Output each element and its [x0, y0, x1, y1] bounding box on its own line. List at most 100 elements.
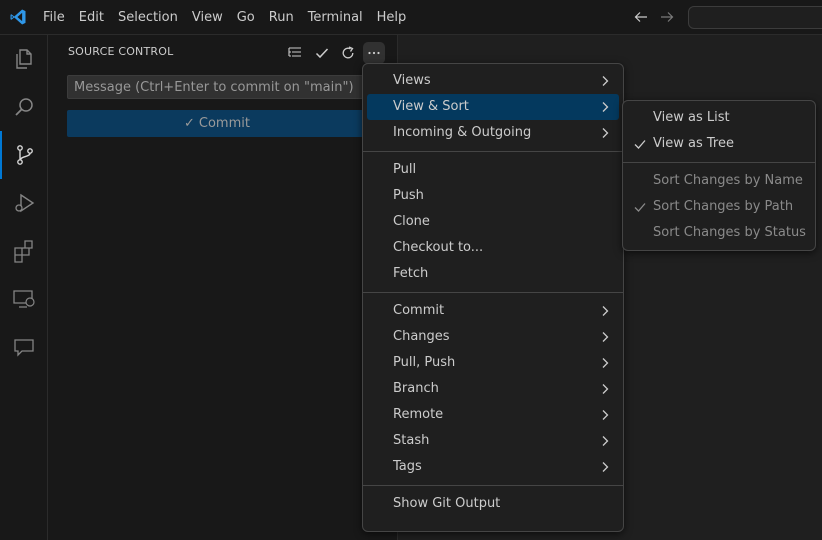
extensions-activity[interactable] — [0, 227, 48, 275]
chevron-right-icon — [602, 306, 609, 316]
search-icon — [15, 98, 33, 116]
remote-explorer-activity[interactable] — [0, 275, 48, 323]
menu-item-label: Sort Changes by Name — [653, 173, 803, 188]
menu-item-label: Branch — [393, 381, 439, 396]
source-control-activity[interactable] — [0, 131, 48, 179]
chat-icon — [14, 339, 34, 357]
chevron-right-icon — [602, 436, 609, 446]
chevron-right-icon — [602, 462, 609, 472]
menu-separator — [363, 151, 623, 152]
menu-go[interactable]: Go — [230, 0, 262, 35]
menu-item-label: Incoming & Outgoing — [393, 125, 532, 140]
menu-item-view-as-tree[interactable]: View as Tree — [627, 131, 811, 157]
menu-item-stash[interactable]: Stash — [367, 428, 619, 454]
menu-item-label: View & Sort — [393, 99, 469, 114]
menu-item-view-as-list[interactable]: View as List — [627, 105, 811, 131]
run-debug-icon — [15, 193, 35, 213]
menu-run[interactable]: Run — [262, 0, 301, 35]
files-icon — [16, 49, 32, 69]
menu-selection[interactable]: Selection — [111, 0, 185, 35]
commit-check-button[interactable] — [311, 42, 333, 64]
check-icon: ✓ — [184, 116, 195, 131]
title-bar: File Edit Selection View Go Run Terminal Help — [0, 0, 822, 35]
menu-view[interactable]: View — [185, 0, 230, 35]
menu-item-label: Push — [393, 188, 424, 203]
activity-bar — [0, 35, 48, 540]
menu-item-incoming-outgoing[interactable]: Incoming & Outgoing — [367, 120, 619, 146]
list-tree-icon — [288, 47, 301, 57]
menu-item-label: Clone — [393, 214, 430, 229]
vscode-logo-icon[interactable] — [9, 8, 27, 26]
menu-item-label: Sort Changes by Status — [653, 225, 806, 240]
menu-item-label: Pull, Push — [393, 355, 456, 370]
menu-item-label: Remote — [393, 407, 444, 422]
menu-item-label: View as Tree — [653, 136, 734, 151]
chevron-right-icon — [602, 410, 609, 420]
source-control-sidebar: SOURCE CONTROL ✓ Commit — [48, 35, 398, 540]
chevron-right-icon — [602, 332, 609, 342]
menu-item-label: Show Git Output — [393, 496, 501, 511]
explorer-activity[interactable] — [0, 35, 48, 83]
refresh-button[interactable] — [337, 42, 359, 64]
menu-item-clone[interactable]: Clone — [367, 209, 619, 235]
chat-activity[interactable] — [0, 323, 48, 371]
menu-item-pull[interactable]: Pull — [367, 157, 619, 183]
search-activity[interactable] — [0, 83, 48, 131]
chevron-right-icon — [602, 76, 609, 86]
menu-separator — [363, 292, 623, 293]
menu-item-changes[interactable]: Changes — [367, 324, 619, 350]
menu-item-label: Views — [393, 73, 431, 88]
forward-arrow-icon[interactable] — [659, 9, 675, 25]
menu-item-fetch[interactable]: Fetch — [367, 261, 619, 287]
menu-terminal[interactable]: Terminal — [301, 0, 370, 35]
menu-item-label: Checkout to... — [393, 240, 484, 255]
menu-file[interactable]: File — [36, 0, 72, 35]
menu-item-label: Sort Changes by Path — [653, 199, 794, 214]
run-debug-activity[interactable] — [0, 179, 48, 227]
chevron-right-icon — [602, 358, 609, 368]
menu-item-label: Stash — [393, 433, 430, 448]
chevron-right-icon — [602, 128, 609, 138]
menu-item-checkout-to[interactable]: Checkout to... — [367, 235, 619, 261]
menu-item-remote[interactable]: Remote — [367, 402, 619, 428]
menu-item-sort-changes-by-path: Sort Changes by Path — [627, 194, 811, 220]
command-center[interactable] — [688, 6, 822, 29]
commit-button[interactable]: ✓ Commit — [67, 110, 367, 137]
chevron-right-icon — [602, 102, 609, 112]
check-icon — [315, 48, 329, 59]
menu-item-commit[interactable]: Commit — [367, 298, 619, 324]
refresh-icon — [342, 46, 354, 59]
menu-separator — [623, 162, 815, 163]
remote-explorer-icon — [13, 290, 35, 308]
menu-edit[interactable]: Edit — [72, 0, 111, 35]
menu-item-label: View as List — [653, 110, 730, 125]
commit-message-input[interactable] — [68, 76, 366, 98]
chevron-right-icon — [602, 384, 609, 394]
menu-item-views[interactable]: Views — [367, 68, 619, 94]
menu-item-show-git-output[interactable]: Show Git Output — [367, 491, 619, 517]
menu-item-label: Tags — [393, 459, 422, 474]
view-as-tree-button[interactable] — [284, 42, 306, 64]
menu-item-sort-changes-by-name: Sort Changes by Name — [627, 168, 811, 194]
source-control-icon — [17, 145, 33, 165]
check-icon — [634, 140, 646, 149]
menu-separator — [363, 485, 623, 486]
menu-item-push[interactable]: Push — [367, 183, 619, 209]
menu-item-view-sort[interactable]: View & Sort — [367, 94, 619, 120]
extensions-icon — [14, 240, 33, 263]
sidebar-title: SOURCE CONTROL — [68, 45, 174, 58]
menu-item-branch[interactable]: Branch — [367, 376, 619, 402]
menu-item-label: Pull — [393, 162, 417, 177]
menu-item-pull-push[interactable]: Pull, Push — [367, 350, 619, 376]
menu-item-label: Fetch — [393, 266, 429, 281]
more-actions-button[interactable] — [363, 42, 385, 64]
back-arrow-icon[interactable] — [633, 9, 649, 25]
commit-message-box — [67, 75, 367, 99]
menu-item-tags[interactable]: Tags — [367, 454, 619, 480]
source-control-more-menu: Views View & Sort Incoming & Outgoing Pull P… — [362, 63, 624, 532]
view-sort-submenu: View as List View as Tree Sort Changes by … — [622, 100, 816, 251]
menu-item-label: Commit — [393, 303, 445, 318]
menu-item-sort-changes-by-status: Sort Changes by Status — [627, 220, 811, 246]
menu-help[interactable]: Help — [370, 0, 414, 35]
ellipsis-icon — [368, 51, 380, 55]
